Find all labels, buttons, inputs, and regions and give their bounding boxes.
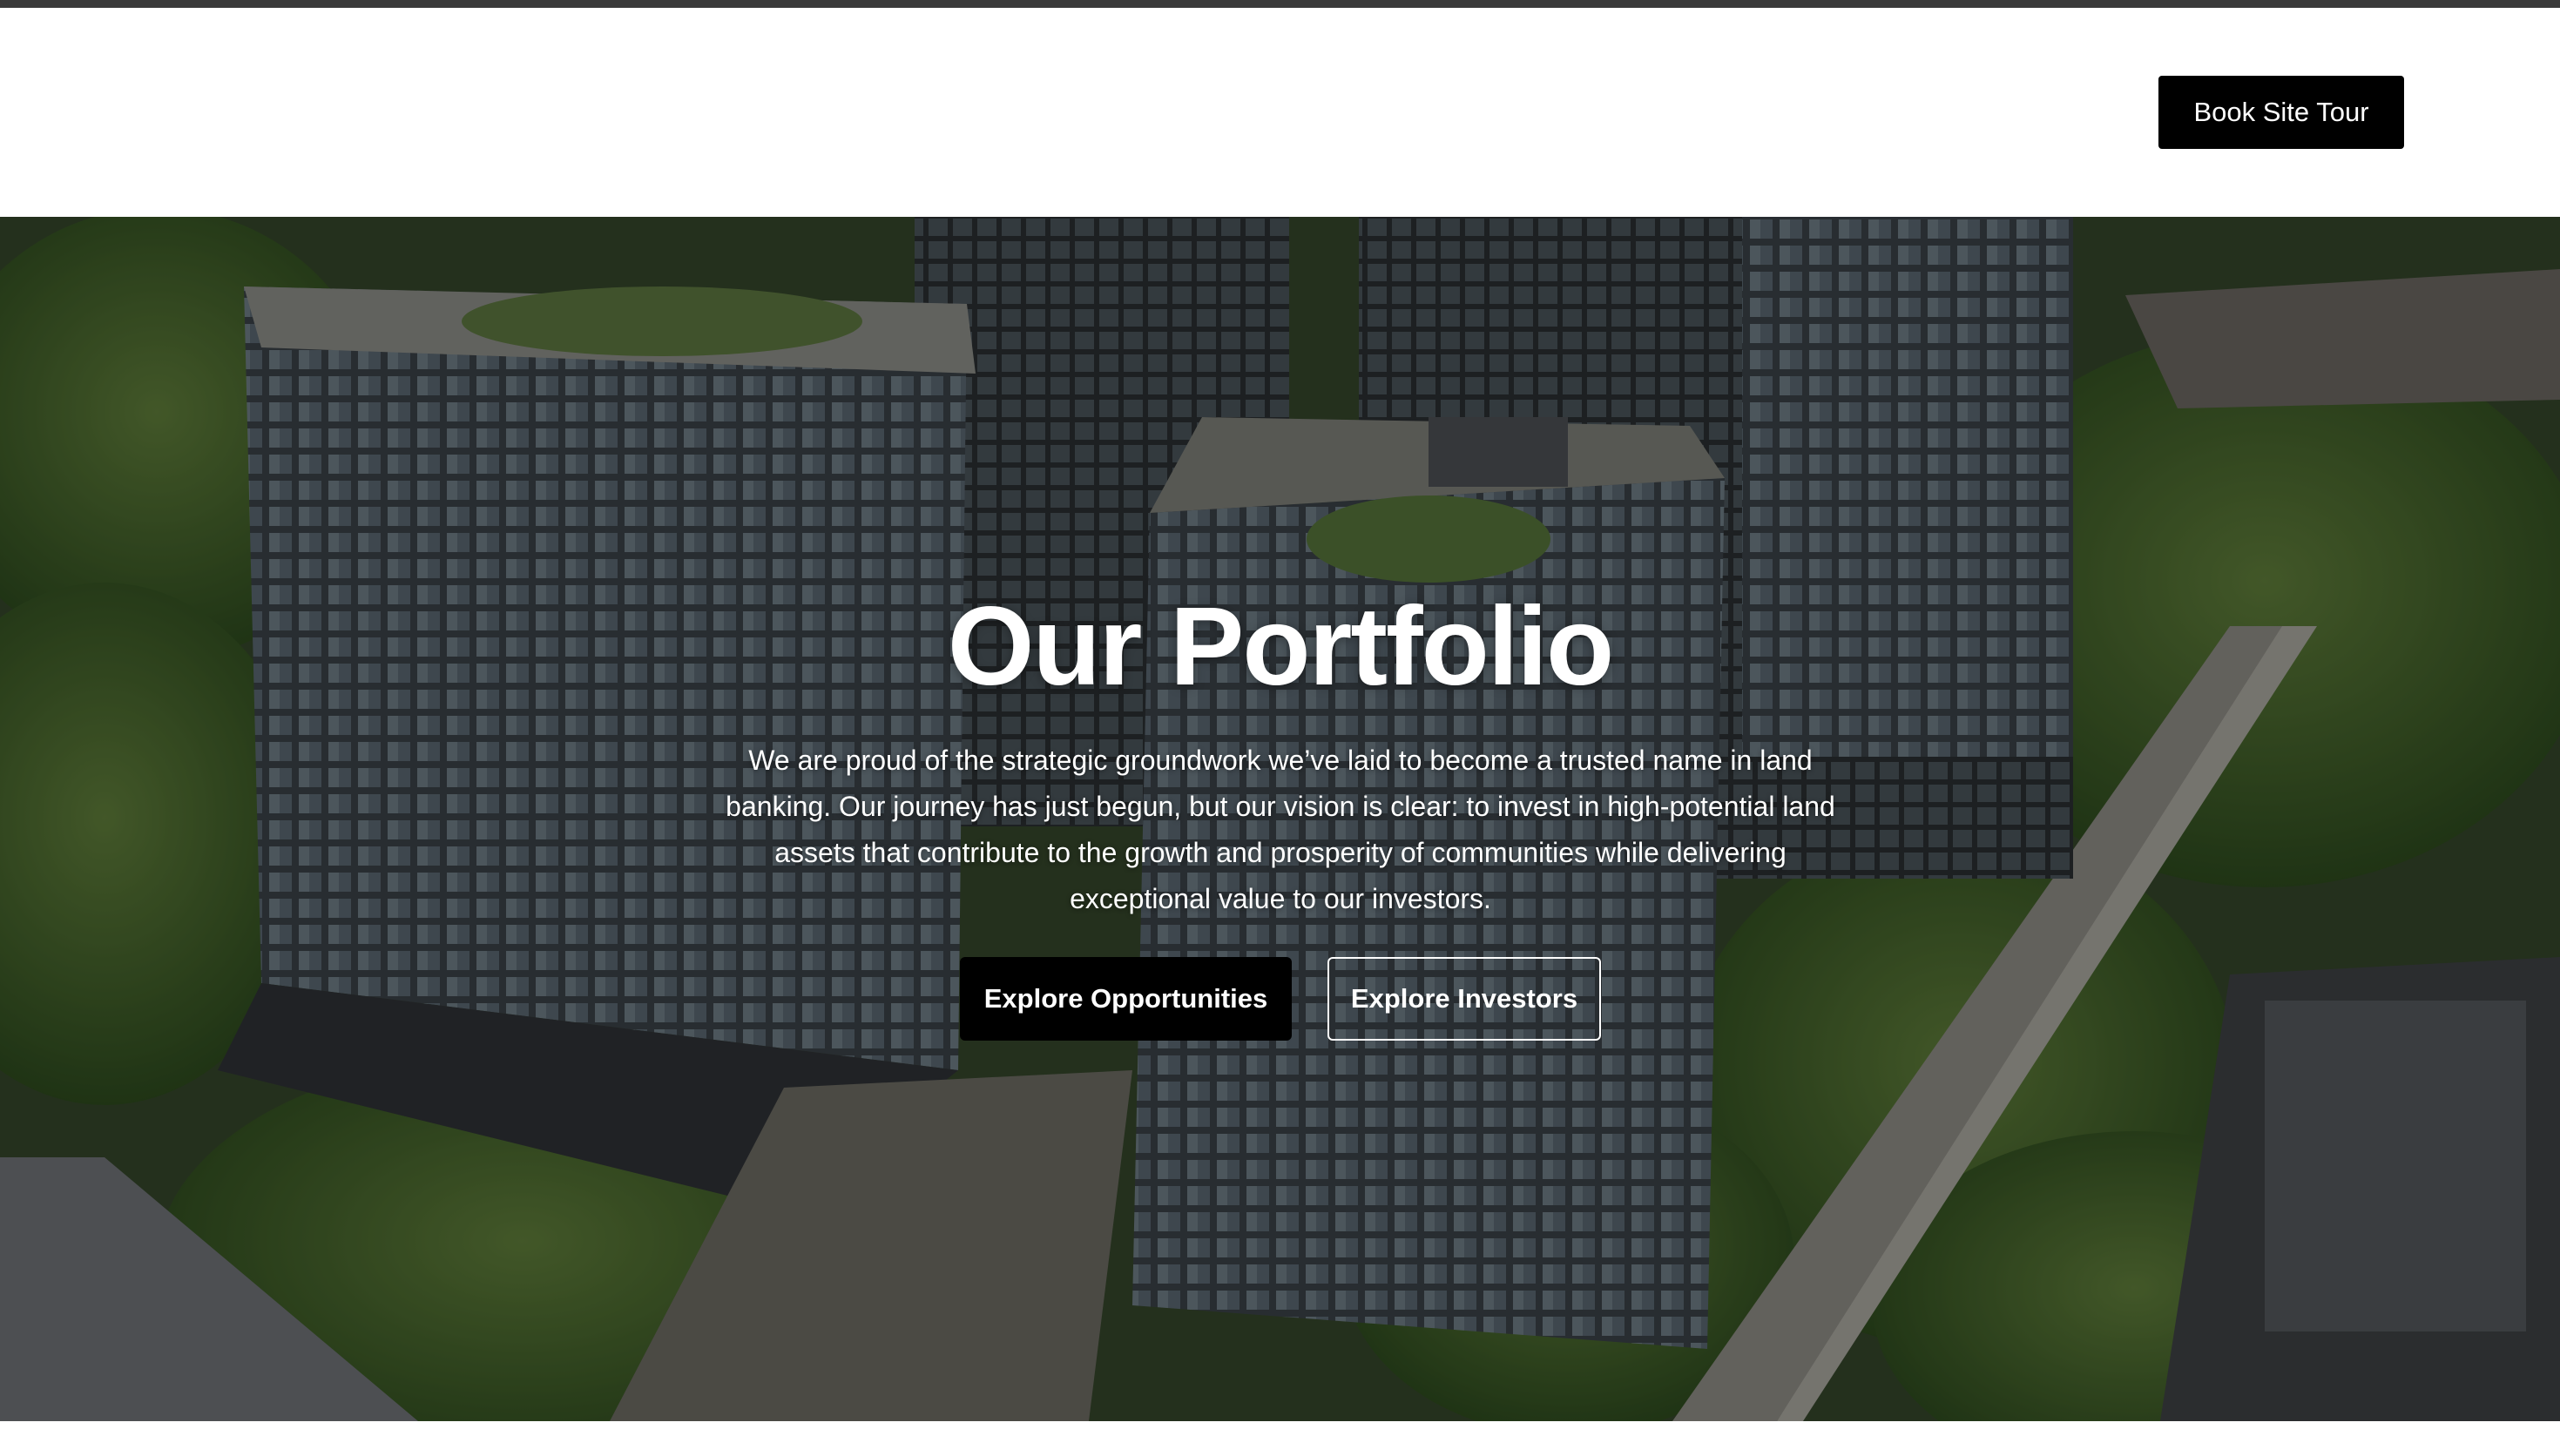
explore-investors-button[interactable]: Explore Investors: [1327, 957, 1601, 1041]
hero-description: We are proud of the strategic groundwork…: [726, 745, 1835, 914]
site-header: Book Site Tour: [0, 8, 2560, 217]
book-site-tour-button[interactable]: Book Site Tour: [2158, 76, 2404, 149]
page-title: Our Portfolio: [947, 584, 1614, 709]
top-accent-bar: [0, 0, 2560, 8]
hero-content: Our Portfolio We are proud of the strate…: [0, 217, 2560, 1421]
page-bottom-strip: [0, 1421, 2560, 1456]
logo[interactable]: [183, 51, 314, 147]
explore-opportunities-button[interactable]: Explore Opportunities: [960, 957, 1292, 1041]
hero-section: Our Portfolio We are proud of the strate…: [0, 217, 2560, 1421]
